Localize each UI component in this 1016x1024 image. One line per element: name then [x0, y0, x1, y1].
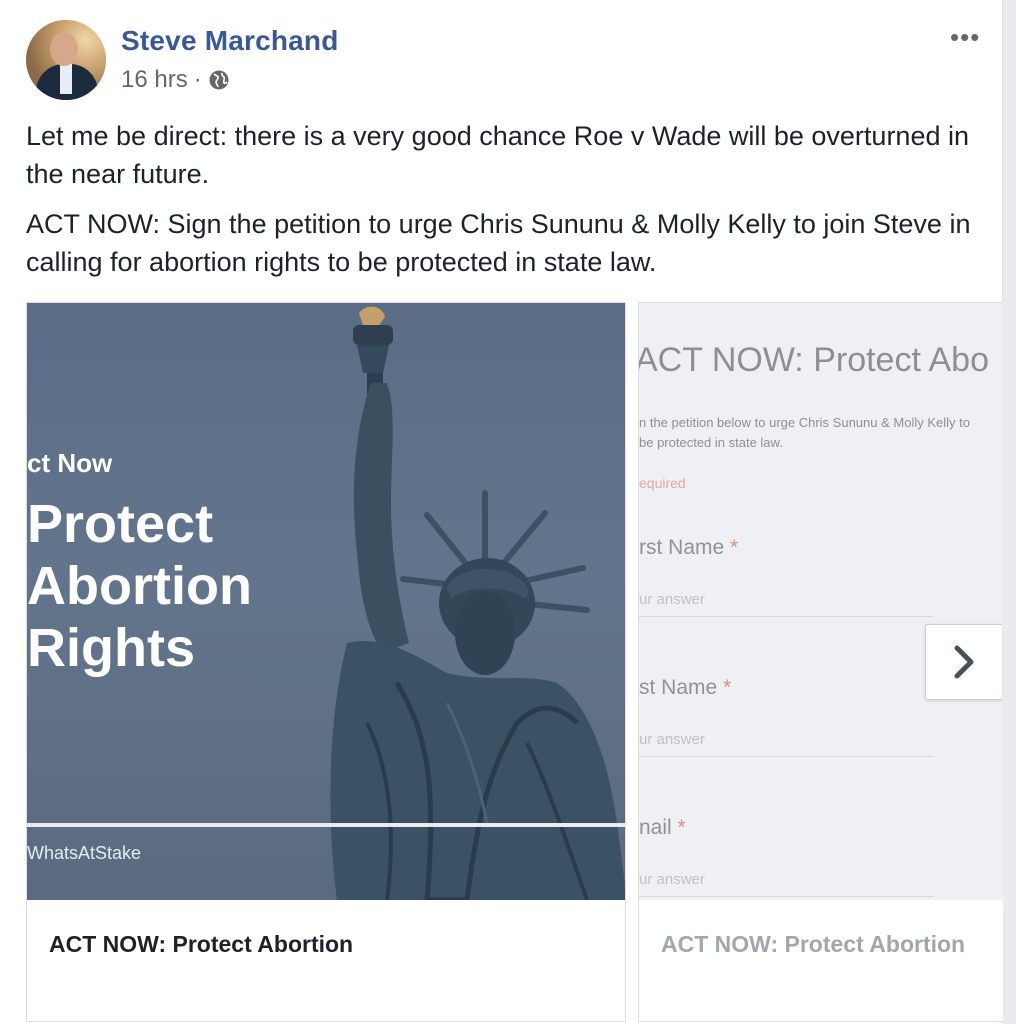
post-timestamp[interactable]: 16 hrs — [121, 66, 188, 94]
meta-separator: · — [193, 66, 202, 93]
form-field-label: rst Name * — [639, 536, 739, 559]
image-headline-line-2: Abortion — [27, 556, 252, 616]
more-options-icon[interactable]: ••• — [950, 22, 980, 53]
form-required-note: equired — [639, 475, 686, 491]
form-title: ACT NOW: Protect Abo — [639, 341, 989, 379]
form-field-placeholder: ur answer — [639, 871, 705, 888]
image-kicker-text: ct Now — [27, 448, 113, 478]
facebook-post: Steve Marchand 16 hrs · ••• Let me be di… — [0, 0, 1003, 1024]
card-2-form-image[interactable]: ACT NOW: Protect Abo n the petition belo… — [639, 303, 1003, 900]
carousel-next-button[interactable] — [925, 624, 1002, 700]
statue-of-liberty-image — [330, 306, 625, 900]
image-hashtag: WhatsAtStake — [27, 843, 142, 863]
image-headline-line-1: Protect — [27, 494, 214, 554]
card-1-title[interactable]: ACT NOW: Protect Abortion — [49, 931, 353, 958]
image-divider — [27, 823, 625, 827]
form-field-placeholder: ur answer — [639, 731, 705, 748]
form-field-placeholder: ur answer — [639, 591, 705, 608]
author-name-link[interactable]: Steve Marchand — [121, 25, 339, 57]
form-description-line-1: n the petition below to urge Chris Sunun… — [639, 415, 970, 430]
author-avatar[interactable] — [26, 20, 106, 100]
chevron-right-icon — [954, 645, 974, 679]
form-field-underline — [639, 756, 934, 757]
form-description: n the petition below to urge Chris Sunun… — [639, 413, 970, 453]
form-description-line-2: be protected in state law. — [639, 435, 783, 450]
form-field-label: st Name * — [639, 676, 732, 699]
carousel-card-1[interactable]: ct Now Protect Abortion Rights WhatsAtSt… — [26, 302, 626, 1022]
form-field-underline — [639, 896, 934, 897]
post-text-paragraph-2: ACT NOW: Sign the petition to urge Chris… — [26, 209, 971, 277]
globe-icon[interactable] — [208, 69, 230, 91]
form-field-underline — [639, 616, 934, 617]
post-meta: 16 hrs · — [121, 66, 230, 94]
image-headline-line-3: Rights — [27, 618, 195, 678]
post-text-paragraph-1: Let me be direct: there is a very good c… — [26, 121, 969, 189]
page-background — [1003, 0, 1016, 1024]
card-1-image[interactable]: ct Now Protect Abortion Rights WhatsAtSt… — [27, 303, 625, 900]
form-field-label: nail * — [639, 816, 686, 839]
card-2-title[interactable]: ACT NOW: Protect Abortion — [661, 931, 965, 958]
